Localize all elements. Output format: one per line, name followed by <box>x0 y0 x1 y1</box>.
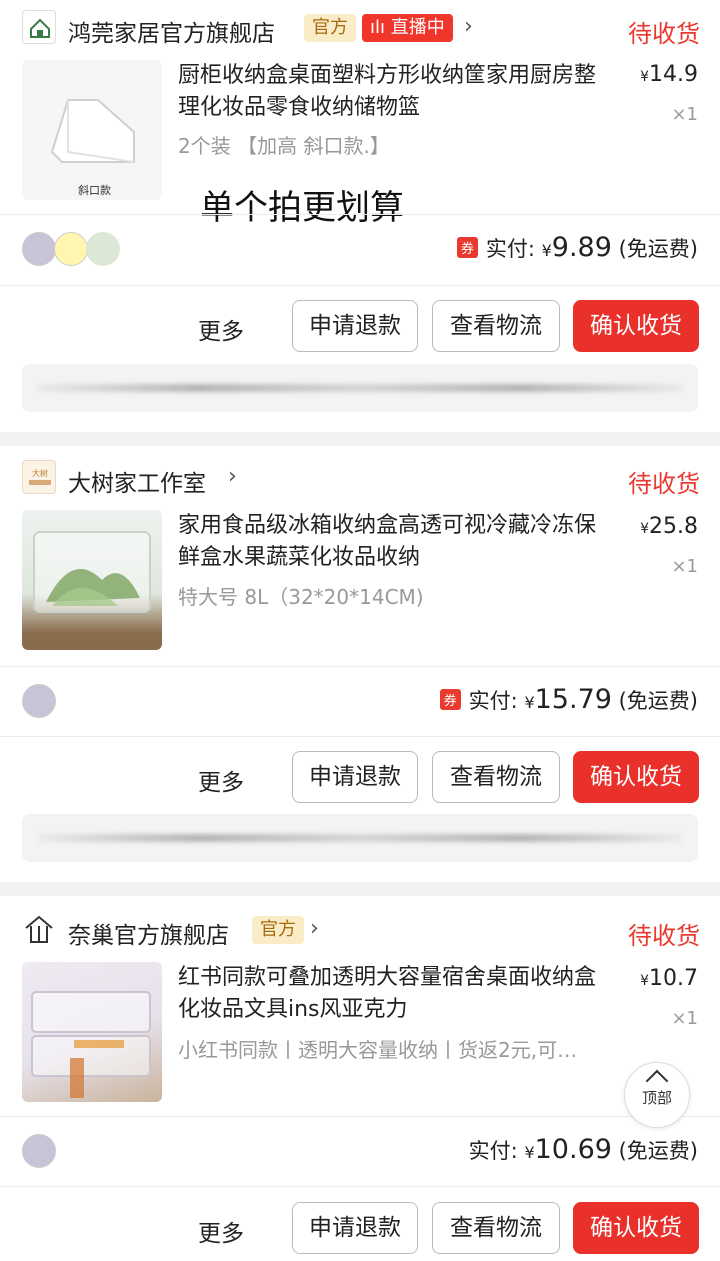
order-status: 待收货 <box>628 922 700 950</box>
shop-header[interactable]: 奈巢官方旗舰店 官方 › 待收货 <box>0 896 720 952</box>
logistics-button[interactable]: 查看物流 <box>432 751 560 803</box>
refund-button[interactable]: 申请退款 <box>292 751 418 803</box>
shipping-note: (免运费) <box>618 689 698 713</box>
order-card: 奈巢官方旗舰店 官方 › 待收货 红书同款可叠加透明大容量宿舍桌面收纳盒化妆品文… <box>0 896 720 1261</box>
promo-text: 单个拍更划算 <box>200 188 404 228</box>
avatar <box>86 232 120 266</box>
price-value: 10.7 <box>649 966 698 991</box>
paid-amount: 券实付: ¥9.89 (免运费) <box>456 232 698 263</box>
product-thumbnail[interactable]: 斜口款 <box>22 60 162 200</box>
shop-header[interactable]: 鸿莞家居官方旗舰店 官方 ılı 直播中 › 待收货 <box>0 0 720 56</box>
avatar <box>22 232 56 266</box>
official-badge: 官方 <box>304 14 356 42</box>
currency-symbol: ¥ <box>640 521 650 537</box>
paid-label: 实付: <box>485 237 535 261</box>
product-spec: 特大号 8L（32*20*14CM) <box>178 585 424 609</box>
divider <box>0 736 720 737</box>
confirm-receipt-button[interactable]: 确认收货 <box>573 300 699 352</box>
logistics-button[interactable]: 查看物流 <box>432 300 560 352</box>
coupon-badge: 券 <box>439 689 461 710</box>
more-button[interactable]: 更多 <box>198 1214 244 1248</box>
paid-amount: 实付: ¥10.69 (免运费) <box>469 1134 698 1165</box>
order-status: 待收货 <box>628 470 700 498</box>
order-actions: 更多 申请退款 查看物流 确认收货 <box>0 1202 720 1256</box>
avatar <box>22 684 56 718</box>
chevron-right-icon[interactable]: › <box>464 14 473 39</box>
shop-name[interactable]: 鸿莞家居官方旗舰店 <box>68 14 275 48</box>
currency-symbol: ¥ <box>524 1143 535 1162</box>
product-spec: 2个装 【加高 斜口款.】 <box>178 134 390 158</box>
shop-name[interactable]: 大树家工作室 <box>68 464 206 498</box>
more-button[interactable]: 更多 <box>198 763 244 797</box>
currency-symbol: ¥ <box>541 241 552 260</box>
product-title[interactable]: 红书同款可叠加透明大容量宿舍桌面收纳盒化妆品文具ins风亚克力 <box>178 962 608 1026</box>
paid-value: 9.89 <box>551 232 612 263</box>
live-badge[interactable]: ılı 直播中 <box>362 14 453 42</box>
order-actions: 更多 申请退款 查看物流 确认收货 <box>0 300 720 354</box>
shop-header[interactable]: 大树 大树家工作室 › 待收货 <box>0 446 720 502</box>
price-value: 14.9 <box>649 62 698 87</box>
currency-symbol: ¥ <box>640 973 650 989</box>
product-spec: 小红书同款丨透明大容量收纳丨货返2元,可… <box>178 1038 578 1062</box>
logistics-button[interactable]: 查看物流 <box>432 1202 560 1254</box>
refund-button[interactable]: 申请退款 <box>292 300 418 352</box>
chevron-right-icon[interactable]: › <box>228 464 237 489</box>
shop-logo: 大树 <box>22 460 56 494</box>
product-price: ¥10.7 <box>640 966 698 991</box>
order-card: 鸿莞家居官方旗舰店 官方 ılı 直播中 › 待收货 斜口款 厨柜收纳盒桌面塑料… <box>0 0 720 432</box>
divider <box>0 285 720 286</box>
paid-amount: 券实付: ¥15.79 (免运费) <box>439 684 698 715</box>
product-qty: ×1 <box>671 556 698 577</box>
confirm-receipt-button[interactable]: 确认收货 <box>573 1202 699 1254</box>
confirm-receipt-button[interactable]: 确认收货 <box>573 751 699 803</box>
order-actions: 更多 申请退款 查看物流 确认收货 <box>0 751 720 805</box>
paid-label: 实付: <box>468 1139 518 1163</box>
order-card: 大树 大树家工作室 › 待收货 家用食品级冰箱收纳盒高透可视冷藏冷冻保鲜盒水果蔬… <box>0 446 720 882</box>
official-badge: 官方 <box>252 916 304 944</box>
live-label: 直播中 <box>390 17 445 38</box>
order-status: 待收货 <box>628 20 700 48</box>
currency-symbol: ¥ <box>640 69 650 85</box>
divider <box>0 214 720 215</box>
shipping-note: (免运费) <box>618 237 698 261</box>
blurred-info-bar <box>22 364 698 412</box>
chevron-right-icon[interactable]: › <box>310 916 319 941</box>
shop-name[interactable]: 奈巢官方旗舰店 <box>68 916 229 950</box>
shipping-note: (免运费) <box>618 1139 698 1163</box>
product-qty: ×1 <box>671 104 698 125</box>
product-qty: ×1 <box>671 1008 698 1029</box>
divider <box>0 1186 720 1187</box>
paid-label: 实付: <box>468 689 518 713</box>
paid-value: 10.69 <box>534 1134 612 1165</box>
product-title[interactable]: 家用食品级冰箱收纳盒高透可视冷藏冷冻保鲜盒水果蔬菜化妆品收纳 <box>178 510 608 574</box>
currency-symbol: ¥ <box>524 693 535 712</box>
blurred-info-bar <box>22 814 698 862</box>
back-to-top-button[interactable]: 顶部 <box>624 1062 690 1128</box>
product-price: ¥14.9 <box>640 62 698 87</box>
avatar <box>22 1134 56 1168</box>
coupon-badge: 券 <box>456 237 478 258</box>
shop-logo <box>22 10 56 44</box>
more-button[interactable]: 更多 <box>198 312 244 346</box>
refund-button[interactable]: 申请退款 <box>292 1202 418 1254</box>
paid-value: 15.79 <box>534 684 612 715</box>
product-title[interactable]: 厨柜收纳盒桌面塑料方形收纳筐家用厨房整理化妆品零食收纳储物篮 <box>178 60 608 124</box>
price-value: 25.8 <box>649 514 698 539</box>
svg-text:大树: 大树 <box>32 468 48 478</box>
product-thumbnail[interactable] <box>22 962 162 1102</box>
product-thumbnail[interactable] <box>22 510 162 650</box>
shop-logo <box>22 912 56 946</box>
thumbnail-caption: 斜口款 <box>78 184 111 197</box>
divider <box>0 1116 720 1117</box>
divider <box>0 666 720 667</box>
product-price: ¥25.8 <box>640 514 698 539</box>
live-icon: ılı <box>370 17 391 38</box>
avatar <box>54 232 88 266</box>
